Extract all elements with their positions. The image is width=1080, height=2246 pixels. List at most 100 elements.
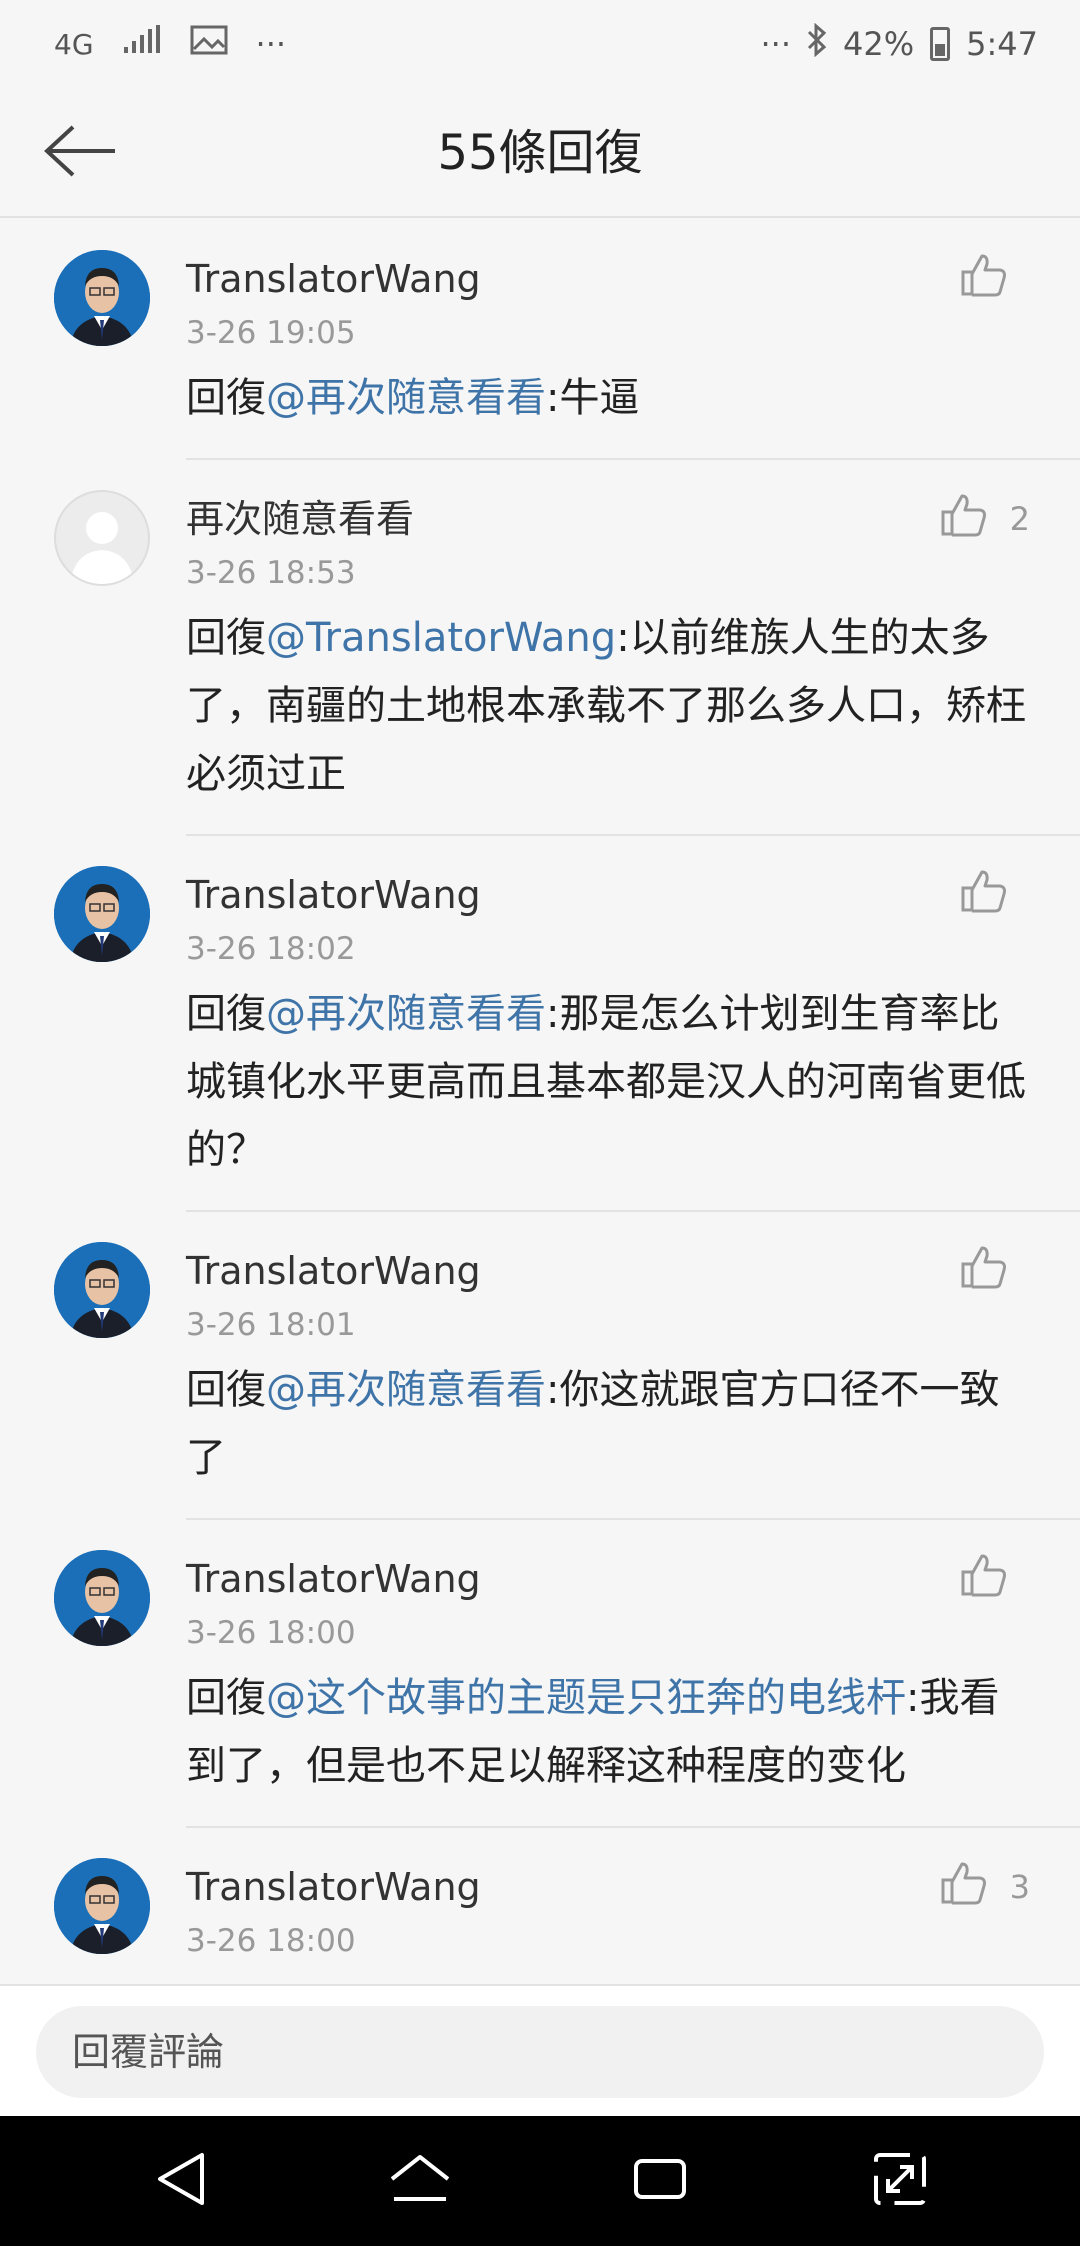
like-button[interactable]: [960, 868, 1030, 922]
comment-item[interactable]: TranslatorWang 3-26 18:00 回復@这个故事的主题是只狂奔…: [0, 1520, 1080, 1828]
mention-link[interactable]: @TranslatorWang: [266, 615, 616, 661]
reply-prefix: 回復: [186, 1675, 266, 1721]
comment-text: 回復@再次随意看看:那是怎么计划到生育率比城镇化水平更高而且基本都是汉人的河南省…: [186, 980, 1030, 1200]
person-photo-icon: [54, 1550, 150, 1646]
comment-item[interactable]: 再次随意看看 3-26 18:53 回復@TranslatorWang:以前维族…: [0, 460, 1080, 836]
comment-body: TranslatorWang 3-26 19:05 回復@再次随意看看:牛逼: [186, 220, 1080, 460]
comment-text: 回復@这个故事的主题是只狂奔的电线杆:我看到了，但是也不足以解释这种程度的变化: [186, 1664, 1030, 1816]
avatar[interactable]: [54, 866, 150, 962]
like-button[interactable]: [960, 252, 1030, 306]
person-photo-icon: [54, 250, 150, 346]
arrow-left-icon: [43, 123, 119, 183]
reply-prefix: 回復: [186, 991, 266, 1037]
comment-body: 再次随意看看 3-26 18:53 回復@TranslatorWang:以前维族…: [186, 460, 1080, 836]
person-photo-icon: [54, 1858, 150, 1954]
avatar[interactable]: [54, 1242, 150, 1338]
comment-time: 3-26 19:05: [186, 315, 356, 351]
comment-username[interactable]: TranslatorWang: [186, 256, 1030, 302]
comment-item[interactable]: TranslatorWang 3-26 18:00 3: [0, 1828, 1080, 1988]
avatar[interactable]: [54, 1550, 150, 1646]
avatar-column: [0, 836, 186, 1212]
avatar-column: [0, 1212, 186, 1520]
expand-icon: [872, 2151, 928, 2211]
mention-link[interactable]: @再次随意看看: [266, 991, 546, 1037]
triangle-back-icon: [154, 2151, 206, 2211]
page-title: 55條回復: [437, 125, 643, 181]
comment-text: 回復@再次随意看看:牛逼: [186, 364, 1030, 448]
reply-bar: [0, 1984, 1080, 2116]
comment-list: TranslatorWang 3-26 19:05 回復@再次随意看看:牛逼 再…: [0, 220, 1080, 1988]
comment-text: 回復@TranslatorWang:以前维族人生的太多了，南疆的土地根本承载不了…: [186, 604, 1030, 824]
status-bar: 4G ··· ··· 42% 5:47: [0, 0, 1080, 88]
nav-home-button[interactable]: [375, 2136, 465, 2226]
comment-username[interactable]: TranslatorWang: [186, 1864, 1030, 1910]
bluetooth-icon: [805, 22, 829, 65]
more-status-indicator: ···: [760, 25, 792, 63]
comment-username[interactable]: TranslatorWang: [186, 1556, 1030, 1602]
comment-item[interactable]: TranslatorWang 3-26 18:02 回復@再次随意看看:那是怎么…: [0, 836, 1080, 1212]
comment-body: TranslatorWang 3-26 18:01 回復@再次随意看看:你这就跟…: [186, 1212, 1080, 1520]
comment-text: 回復@再次随意看看:你这就跟官方口径不一致了: [186, 1356, 1030, 1508]
like-button[interactable]: [960, 1244, 1030, 1298]
comment-item[interactable]: TranslatorWang 3-26 19:05 回復@再次随意看看:牛逼: [0, 220, 1080, 460]
back-button[interactable]: [38, 118, 124, 188]
nav-expand-button[interactable]: [855, 2136, 945, 2226]
avatar-column: [0, 220, 186, 460]
reply-prefix: 回復: [186, 1367, 266, 1413]
image-notification-icon: [190, 25, 228, 63]
comment-body: TranslatorWang 3-26 18:02 回復@再次随意看看:那是怎么…: [186, 836, 1080, 1212]
recent-apps-icon: [632, 2155, 688, 2207]
comment-time: 3-26 18:00: [186, 1923, 356, 1959]
nav-back-button[interactable]: [135, 2136, 225, 2226]
system-nav-bar: [0, 2116, 1080, 2246]
comment-body: TranslatorWang 3-26 18:00 3: [186, 1828, 1080, 1988]
reply-prefix: 回復: [186, 375, 266, 421]
avatar-column: [0, 460, 186, 836]
status-left: 4G ···: [54, 25, 286, 63]
comment-username[interactable]: TranslatorWang: [186, 1248, 1030, 1294]
like-button[interactable]: [960, 1552, 1030, 1606]
like-button[interactable]: 3: [940, 1860, 1030, 1914]
thumbs-up-icon: [960, 252, 1008, 306]
header: 55條回復: [0, 88, 1080, 218]
mention-link[interactable]: @再次随意看看: [266, 375, 546, 421]
avatar-column: [0, 1828, 186, 1988]
network-indicator: 4G: [54, 27, 94, 61]
avatar[interactable]: [54, 1858, 150, 1954]
nav-recent-button[interactable]: [615, 2136, 705, 2226]
like-count: 3: [1009, 1868, 1030, 1906]
reply-input[interactable]: [36, 2006, 1044, 2098]
comment-username[interactable]: 再次随意看看: [186, 496, 1030, 542]
signal-icon: [122, 25, 162, 63]
avatar[interactable]: [54, 250, 150, 346]
thumbs-up-icon: [960, 1552, 1008, 1606]
home-icon: [388, 2153, 452, 2209]
battery-percent: 42%: [843, 25, 915, 63]
comment-item[interactable]: TranslatorWang 3-26 18:01 回復@再次随意看看:你这就跟…: [0, 1212, 1080, 1520]
thumbs-up-icon: [940, 492, 988, 546]
mention-link[interactable]: @再次随意看看: [266, 1367, 546, 1413]
battery-icon: [930, 27, 951, 61]
like-button[interactable]: 2: [940, 492, 1030, 546]
comment-body: TranslatorWang 3-26 18:00 回復@这个故事的主题是只狂奔…: [186, 1520, 1080, 1828]
comment-time: 3-26 18:02: [186, 931, 356, 967]
status-right: ··· 42% 5:47: [760, 22, 1038, 65]
comment-time: 3-26 18:01: [186, 1307, 356, 1343]
avatar-column: [0, 1520, 186, 1828]
comment-time: 3-26 18:53: [186, 555, 356, 591]
thumbs-up-icon: [940, 1860, 988, 1914]
clock: 5:47: [966, 25, 1038, 63]
more-notifications-indicator: ···: [255, 25, 287, 63]
reply-prefix: 回復: [186, 615, 266, 661]
comment-content: :牛逼: [546, 375, 640, 421]
mention-link[interactable]: @这个故事的主题是只狂奔的电线杆: [266, 1675, 906, 1721]
avatar[interactable]: [54, 490, 150, 586]
thumbs-up-icon: [960, 1244, 1008, 1298]
comment-time: 3-26 18:00: [186, 1615, 356, 1651]
person-photo-icon: [54, 1242, 150, 1338]
like-count: 2: [1009, 500, 1030, 538]
default-user-icon: [70, 512, 134, 584]
person-photo-icon: [54, 866, 150, 962]
comment-username[interactable]: TranslatorWang: [186, 872, 1030, 918]
thumbs-up-icon: [960, 868, 1008, 922]
